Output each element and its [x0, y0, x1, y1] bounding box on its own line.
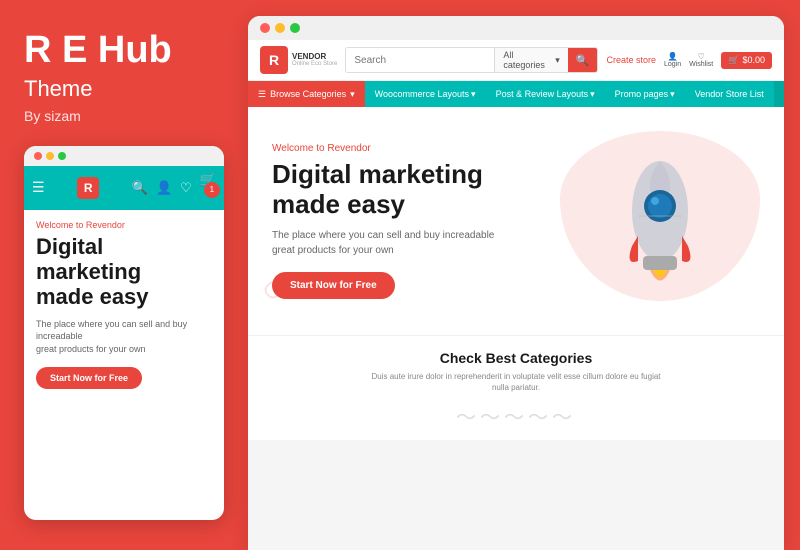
create-store-link[interactable]: Create store [606, 55, 656, 65]
wave-decoration: 〜〜〜〜〜 [272, 401, 760, 430]
mobile-heading: Digitalmarketingmade easy [36, 234, 212, 310]
logo-text: VENDOR Online Eco Store [292, 52, 337, 69]
nav-tutorials[interactable]: ⚙ Tutorials [774, 81, 784, 107]
woo-chevron-icon: ▾ [471, 89, 476, 100]
theme-subtitle: Theme [24, 76, 224, 102]
mobile-logo-badge: R [77, 177, 99, 199]
mobile-cta-button[interactable]: Start Now for Free [36, 367, 142, 389]
user-icon: 👤 [668, 52, 678, 61]
mobile-wishlist-icon[interactable]: ♡ [180, 180, 192, 196]
browse-categories-button[interactable]: ☰ Browse Categories ▾ [248, 81, 365, 107]
mobile-icons: 🔍 👤 ♡ 🛒 1 [132, 172, 216, 204]
dot-red [34, 152, 42, 160]
menu-icon: ☰ [258, 89, 266, 100]
rocket-illustration [570, 136, 750, 301]
nav-post-review[interactable]: Post & Review Layouts ▾ [486, 81, 605, 107]
spiral-decoration [258, 275, 298, 315]
hamburger-icon: ☰ [32, 179, 45, 196]
wishlist-icon: ♡ [698, 52, 705, 61]
mobile-content: Welcome to Revendor Digitalmarketingmade… [24, 210, 224, 400]
dot-yellow [46, 152, 54, 160]
theme-title: R E Hub [24, 30, 224, 72]
browse-chevron-icon: ▾ [350, 89, 355, 100]
hero-image-area [540, 131, 760, 311]
dot-green [58, 152, 66, 160]
cart-icon: 🛒 [728, 55, 739, 66]
desktop-search-bar[interactable]: All categories ▾ 🔍 [345, 47, 598, 73]
hero-content: Welcome to Revendor Digital marketing ma… [272, 143, 494, 299]
search-button[interactable]: 🔍 [568, 48, 598, 72]
categories-description: Duis aute irure dolor in reprehenderit i… [366, 371, 666, 393]
mobile-welcome-text: Welcome to Revendor [36, 220, 212, 230]
header-actions: Create store 👤 Login ♡ Wishlist 🛒 $0.00 [606, 52, 772, 69]
desktop-nav: ☰ Browse Categories ▾ Woocommerce Layout… [248, 81, 784, 107]
categories-title: Check Best Categories [272, 350, 760, 366]
category-dropdown[interactable]: All categories ▾ [494, 48, 567, 72]
mobile-description: The place where you can sell and buy inc… [36, 318, 212, 356]
nav-vendor-store[interactable]: Vendor Store List [685, 81, 774, 107]
mobile-search-icon[interactable]: 🔍 [132, 180, 148, 196]
desktop-dot-yellow [275, 23, 285, 33]
mobile-hamburger-icon[interactable]: ☰ [32, 179, 45, 196]
left-panel: R E Hub Theme By sizam ☰ R 🔍 👤 ♡ 🛒 1 [0, 0, 248, 550]
mobile-top-bar [24, 146, 224, 166]
post-chevron-icon: ▾ [590, 89, 595, 100]
categories-section: Check Best Categories Duis aute irure do… [248, 335, 784, 440]
desktop-preview: R VENDOR Online Eco Store All categories… [248, 16, 784, 550]
nav-promo[interactable]: Promo pages ▾ [605, 81, 685, 107]
desktop-dot-green [290, 23, 300, 33]
hero-description: The place where you can sell and buy inc… [272, 228, 494, 258]
desktop-header: R VENDOR Online Eco Store All categories… [248, 40, 784, 81]
hero-welcome-text: Welcome to Revendor [272, 143, 494, 154]
mobile-cart-badge: 1 [204, 182, 220, 198]
theme-author: By sizam [24, 108, 224, 124]
desktop-top-bar [248, 16, 784, 40]
desktop-logo: R VENDOR Online Eco Store [260, 46, 337, 74]
logo-r-badge: R [260, 46, 288, 74]
cart-button[interactable]: 🛒 $0.00 [721, 52, 772, 69]
category-chevron-icon: ▾ [555, 55, 560, 66]
mobile-nav: ☰ R 🔍 👤 ♡ 🛒 1 [24, 166, 224, 210]
nav-woocommerce[interactable]: Woocommerce Layouts ▾ [365, 81, 486, 107]
desktop-hero: Welcome to Revendor Digital marketing ma… [248, 107, 784, 335]
wishlist-icon-group[interactable]: ♡ Wishlist [689, 52, 713, 68]
promo-chevron-icon: ▾ [670, 89, 675, 100]
desktop-dot-red [260, 23, 270, 33]
mobile-mockup: ☰ R 🔍 👤 ♡ 🛒 1 Welcome to Revendor Digita… [24, 146, 224, 520]
mobile-user-icon[interactable]: 👤 [156, 180, 172, 196]
login-icon-group[interactable]: 👤 Login [664, 52, 681, 68]
desktop-search-input[interactable] [346, 48, 494, 72]
hero-heading: Digital marketing made easy [272, 160, 494, 220]
